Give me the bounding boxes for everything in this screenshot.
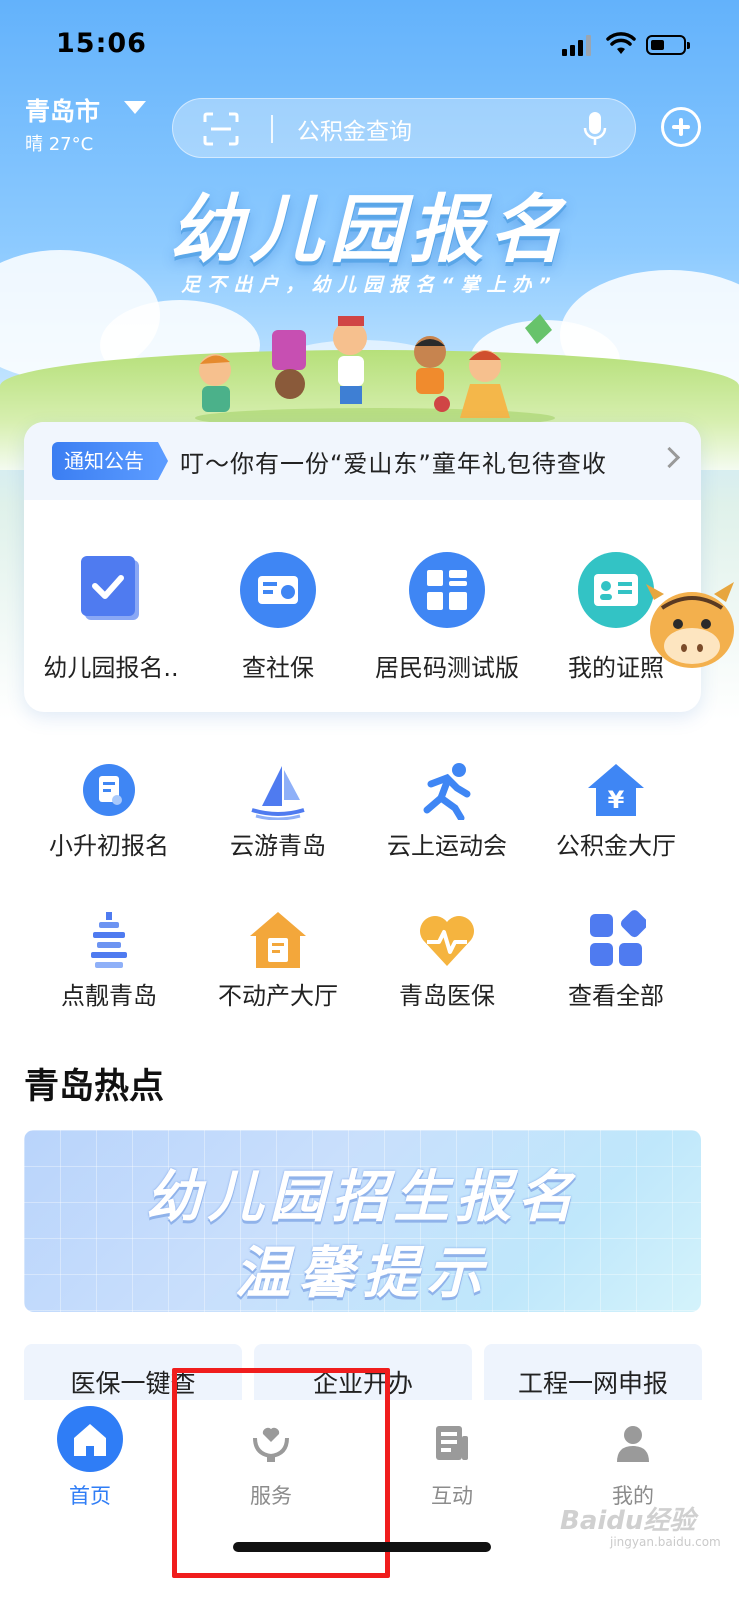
heart-pulse-icon: [420, 916, 474, 966]
service-label: 幼儿园报名..: [43, 654, 179, 682]
service-kindergarten-enroll[interactable]: 幼儿园报名..: [26, 550, 196, 690]
home-icon: [74, 1424, 106, 1456]
search-divider: [271, 115, 273, 143]
tower-icon: [91, 912, 127, 968]
service-light-qingdao[interactable]: 点靓青岛: [24, 910, 194, 1020]
notice-text[interactable]: 叮～你有一份“爱山东”童年礼包待查收: [180, 444, 607, 479]
book-check-icon: [81, 556, 139, 620]
service-label: 小升初报名: [49, 832, 169, 860]
service-medical-insurance[interactable]: 青岛医保: [362, 910, 532, 1020]
notice-bar[interactable]: 通知公告 叮～你有一份“爱山东”童年礼包待查收: [24, 422, 701, 500]
wifi-icon: [606, 32, 636, 54]
promo-title: 幼儿园招生报名: [145, 1165, 580, 1230]
banner-title: 幼儿园报名: [169, 187, 570, 273]
service-label: 点靓青岛: [61, 982, 157, 1010]
service-view-all[interactable]: 查看全部: [531, 910, 701, 1020]
cow-mascot-icon[interactable]: [642, 578, 739, 678]
service-cloud-tour[interactable]: 云游青岛: [193, 760, 363, 870]
service-label: 云上运动会: [387, 832, 507, 860]
home-indicator[interactable]: [233, 1542, 491, 1552]
service-label: 公积金大厅: [556, 832, 676, 860]
grid-apps-icon: [590, 910, 646, 966]
search-bar[interactable]: 公积金查询: [172, 98, 636, 158]
tab-home[interactable]: 首页: [30, 1406, 150, 1520]
sailboat-icon: [251, 766, 305, 820]
microphone-icon[interactable]: [583, 111, 607, 147]
user-icon: [617, 1426, 649, 1462]
news-icon: [436, 1426, 468, 1460]
service-label: 居民码测试版: [375, 654, 519, 682]
quick-services-card: 通知公告 叮～你有一份“爱山东”童年礼包待查收 幼儿园报名.. 查社保 居民码测…: [24, 422, 701, 712]
service-label: 不动产大厅: [218, 982, 338, 1010]
signal-icon: [562, 35, 591, 56]
service-label: 云游青岛: [230, 832, 326, 860]
banner-subtitle: 足不出户，幼儿园报名“掌上办”: [181, 274, 558, 296]
runner-icon: [423, 763, 471, 820]
service-cloud-sports[interactable]: 云上运动会: [362, 760, 532, 870]
service-resident-code[interactable]: 居民码测试版: [362, 550, 532, 690]
svg-text:¥: ¥: [608, 786, 625, 814]
city-selector[interactable]: 青岛市: [25, 92, 100, 128]
watermark: Baidu经验: [560, 1506, 696, 1536]
promo-subtitle: 温馨提示: [234, 1241, 491, 1306]
service-label: 青岛医保: [399, 982, 495, 1010]
tab-label: 首页: [69, 1484, 111, 1508]
battery-icon: [646, 35, 690, 55]
weather-info: 晴 27°C: [25, 134, 94, 155]
watermark-url: jingyan.baidu.com: [610, 1535, 721, 1549]
service-housing-fund[interactable]: ¥ 公积金大厅: [531, 760, 701, 870]
chevron-right-icon[interactable]: [658, 446, 681, 469]
service-label: 查看全部: [568, 982, 664, 1010]
house-yen-icon: ¥: [588, 764, 644, 816]
add-button[interactable]: [661, 107, 701, 147]
house-document-icon: [250, 912, 306, 968]
service-junior-enroll[interactable]: 小升初报名: [24, 760, 194, 870]
status-time: 15:06: [56, 28, 147, 59]
caret-down-icon[interactable]: [124, 101, 146, 114]
children-illustration: [195, 314, 555, 428]
social-security-card-icon: [240, 552, 316, 628]
search-input[interactable]: 公积金查询: [297, 112, 412, 146]
notice-tag: 通知公告: [52, 442, 168, 480]
tab-interact[interactable]: 互动: [392, 1410, 512, 1520]
section-title: 青岛热点: [24, 1067, 165, 1107]
scan-icon[interactable]: [203, 112, 239, 146]
qr-code-icon: [409, 552, 485, 628]
enroll-badge-icon: [83, 764, 135, 816]
service-social-security[interactable]: 查社保: [193, 550, 363, 690]
service-real-estate[interactable]: 不动产大厅: [193, 910, 363, 1020]
service-label: 查社保: [242, 654, 314, 682]
tab-label: 互动: [431, 1484, 473, 1508]
promo-banner[interactable]: 幼儿园招生报名 温馨提示: [24, 1130, 701, 1312]
